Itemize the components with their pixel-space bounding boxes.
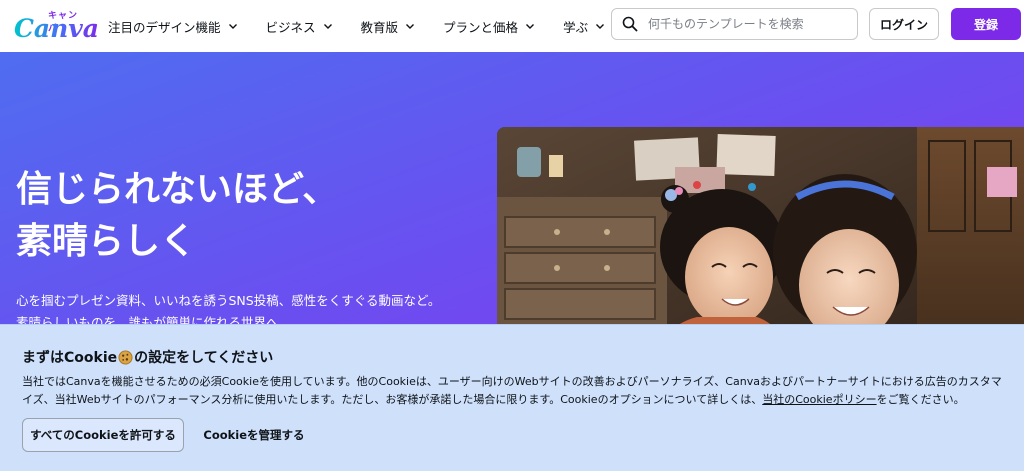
cookie-body: 当社ではCanvaを機能させるための必須Cookieを使用しています。他のCoo… [22,373,1012,409]
chevron-down-icon [323,24,332,29]
cookie-title: まずはCookie の設定をしてください [22,347,273,367]
nav-item-label: 教育版 [360,19,399,35]
main-nav: 注目のデザイン機能 ビジネス 教育版 プランと価格 学ぶ [108,0,633,52]
nav-item-pricing[interactable]: プランと価格 [443,17,535,36]
cookie-icon [118,349,133,365]
top-header: キャンバ Canva 注目のデザイン機能 ビジネス 教育版 プランと価格 学ぶ [0,0,1024,52]
chevron-down-icon [406,24,415,29]
cookie-body-suffix: をご覧ください。 [876,393,965,406]
nav-item-business[interactable]: ビジネス [266,17,333,36]
cookie-title-prefix: まずはCookie [22,350,118,366]
hero-title-line: 信じられないほど、 [16,169,339,210]
chevron-down-icon [526,24,535,29]
cookie-policy-link[interactable]: 当社のCookieポリシー [762,393,876,406]
login-button[interactable]: ログイン [869,8,939,40]
nav-item-learn[interactable]: 学ぶ [563,17,605,36]
nav-item-design-features[interactable]: 注目のデザイン機能 [108,17,238,36]
chevron-down-icon [596,24,605,29]
signup-button[interactable]: 登録 [951,8,1021,40]
allow-all-cookies-button[interactable]: すべてのCookieを許可する [22,418,184,452]
nav-item-education[interactable]: 教育版 [361,17,416,36]
hero-subtitle-line: 心を掴むプレゼン資料、いいねを誘うSNS投稿、感性をくすぐる動画など。 [16,293,441,308]
search-input[interactable] [648,17,848,31]
nav-item-label: プランと価格 [443,19,519,35]
cookie-consent-banner: まずはCookie の設定をしてください 当社ではCanvaを機能させるための必… [0,324,1024,471]
search-icon [622,16,638,32]
nav-item-label: 注目のデザイン機能 [108,19,221,35]
nav-item-label: 学ぶ [563,19,589,35]
template-search[interactable] [611,8,858,40]
hero-title: 信じられないほど、 素晴らしく [16,164,338,268]
chevron-down-icon [228,24,237,29]
logo-wordmark: Canva [14,14,99,43]
cookie-title-suffix: の設定をしてください [134,350,274,366]
manage-cookies-button[interactable]: Cookieを管理する [196,418,312,452]
nav-item-label: ビジネス [265,19,316,35]
hero-title-line: 素晴らしく [16,221,197,262]
canva-logo[interactable]: キャンバ Canva [14,6,99,46]
